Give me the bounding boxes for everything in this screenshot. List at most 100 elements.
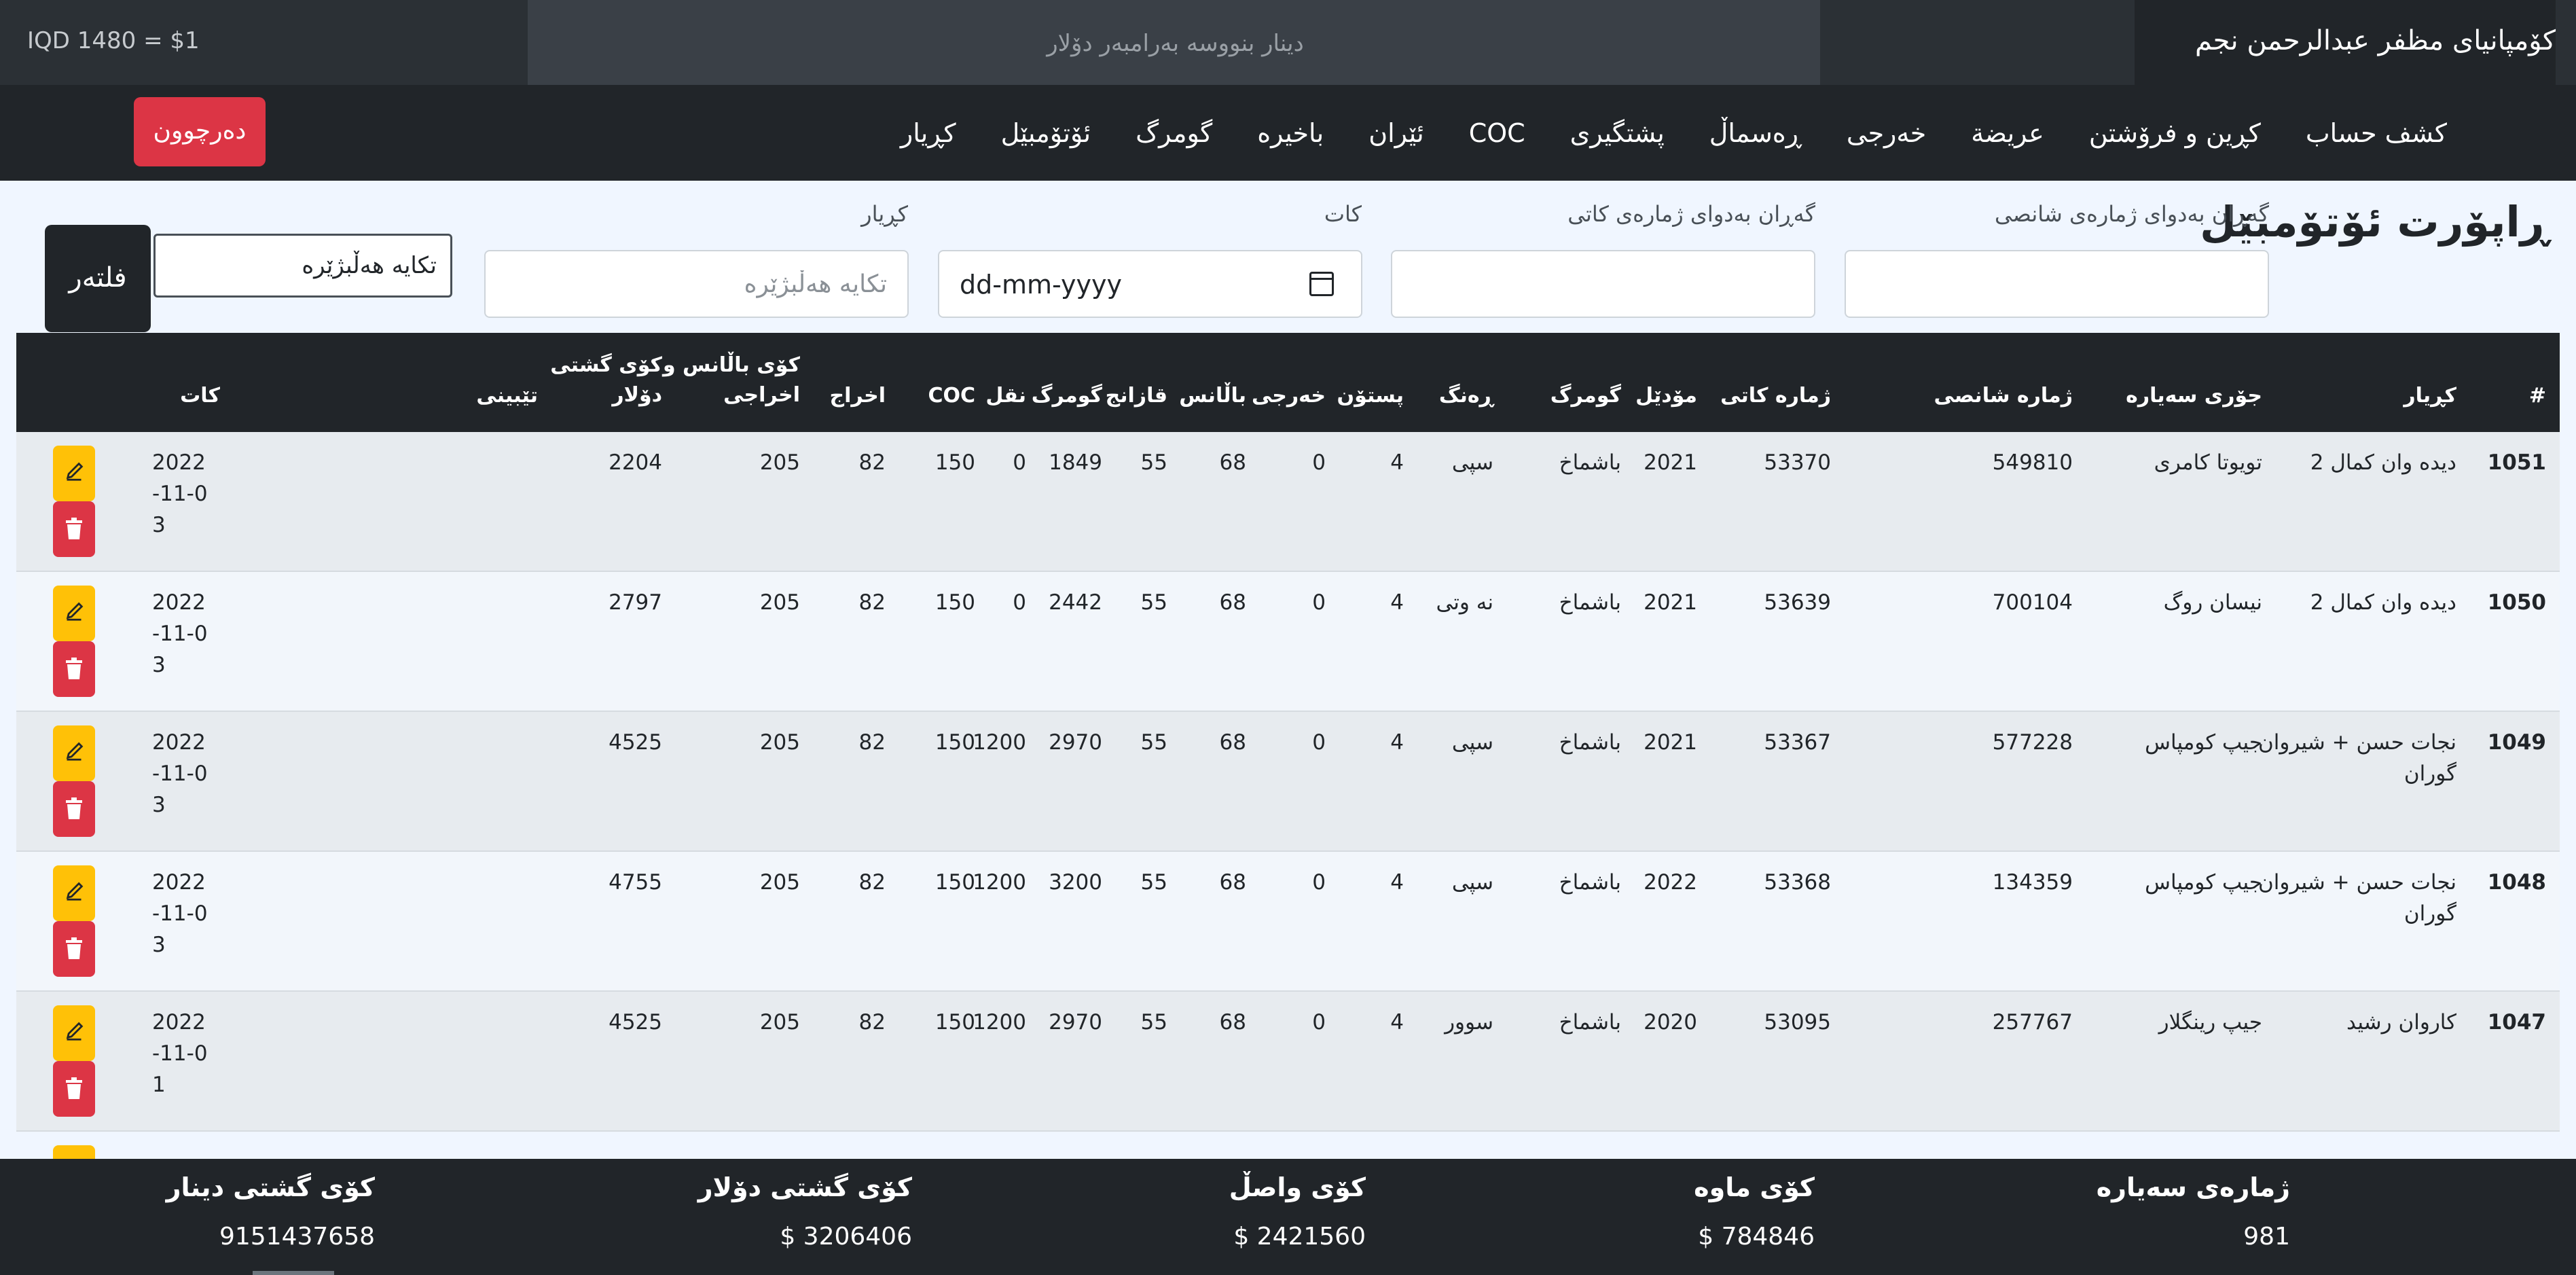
nav-item-buy-sell[interactable]: کڕین و فرۆشتن xyxy=(2089,118,2261,148)
cell-customs-fee: 3200 xyxy=(1049,870,1102,895)
chassis-search-field[interactable] xyxy=(1845,250,2269,318)
edit-button[interactable] xyxy=(53,1005,95,1061)
nav-item-support[interactable]: پشتگیری xyxy=(1570,118,1665,148)
stat-remaining-value: $ 784846 xyxy=(1698,1223,1815,1251)
cell-num: 1051 xyxy=(2487,450,2546,475)
date-field[interactable]: dd-mm-yyyy xyxy=(938,250,1362,318)
logout-button[interactable]: دەرچوون xyxy=(134,97,266,166)
customer-label: کڕیار xyxy=(861,201,908,227)
edit-button[interactable] xyxy=(53,725,95,781)
col-total-usd-line1: کۆی گشتی xyxy=(550,353,662,377)
stat-total-usd: کۆی گشتی دۆلار $ 3206406 xyxy=(698,1172,912,1251)
cell-coc: 150 xyxy=(935,1010,975,1035)
plate-search-field[interactable] xyxy=(1391,250,1815,318)
col-total-usd-line2: دۆلار xyxy=(612,383,662,407)
nav-item-customer[interactable]: کڕیار xyxy=(901,118,956,148)
cell-customer: دیدە وان کمال 2 xyxy=(2310,450,2456,475)
col-transport: نقل xyxy=(985,384,1026,408)
col-customs: گومرگ xyxy=(1550,384,1621,408)
cell-transport: 0 xyxy=(1013,590,1026,615)
table-header: # کڕیار جۆری سەیارە ژمارە شانصی ژمارە کا… xyxy=(16,333,2560,432)
nav-item-cars[interactable]: ئۆتۆمبێل xyxy=(1001,118,1091,148)
stat-car-count: ژمارەی سەیارە 981 xyxy=(2097,1172,2290,1251)
cell-date: 2022-11-03 xyxy=(152,590,208,677)
cell-model: 2021 xyxy=(1644,590,1697,615)
table-row: 1050 دیدە وان کمال 2 نیسان روگ 700104 53639 2… xyxy=(16,572,2560,712)
currency-converter[interactable] xyxy=(528,0,1823,86)
nav-item-customs[interactable]: گومرگ xyxy=(1136,118,1212,148)
table-row: 1047 کاروان رشید جیپ رینگلار 257767 53095 202… xyxy=(16,992,2560,1132)
cell-balance: 68 xyxy=(1219,450,1246,475)
cell-post: 4 xyxy=(1390,450,1404,475)
customer-input[interactable] xyxy=(486,251,907,317)
table-row: 1051 دیدە وان کمال 2 تویوتا کامری 549810 533… xyxy=(16,432,2560,572)
col-plate: ژمارە کاتی xyxy=(1720,384,1831,408)
cell-total-usd: 4525 xyxy=(609,1010,662,1035)
col-customs-fee: گومرگ xyxy=(1031,384,1102,408)
col-chassis: ژمارە شانصی xyxy=(1934,384,2073,408)
chassis-search-input[interactable] xyxy=(1846,251,2268,317)
nav-item-expense[interactable]: خەرجی xyxy=(1847,118,1926,148)
nav-item-petition[interactable]: عریضة xyxy=(1971,118,2044,148)
delete-button[interactable] xyxy=(53,921,95,977)
cell-exit: 82 xyxy=(858,450,886,475)
cell-garage: 55 xyxy=(1140,590,1167,615)
cell-transport: 1200 xyxy=(973,730,1026,755)
cell-expense: 0 xyxy=(1312,730,1326,755)
table-body: 1051 دیدە وان کمال 2 تویوتا کامری 549810 533… xyxy=(16,432,2560,1159)
nav-item-account-statement[interactable]: کشف حساب xyxy=(2306,118,2447,148)
cell-customer: نجات حسن + شیروان گوران xyxy=(2257,870,2456,926)
cell-exit: 82 xyxy=(858,870,886,895)
cell-total-usd: 4755 xyxy=(609,870,662,895)
edit-button[interactable] xyxy=(53,865,95,921)
col-car-type: جۆری سەیارە xyxy=(2126,384,2262,408)
nav-item-coc[interactable]: COC xyxy=(1469,118,1525,148)
stat-received-label: کۆی واصڵ xyxy=(1229,1172,1366,1202)
calendar-icon[interactable] xyxy=(1309,272,1334,296)
filter-button[interactable]: فلتەر xyxy=(45,225,151,332)
cell-post: 4 xyxy=(1390,590,1404,615)
table-row: 1049 نجات حسن + شیروان گوران جیپ کومپاس 577… xyxy=(16,712,2560,852)
stat-received-value: $ 2421560 xyxy=(1233,1223,1366,1251)
cell-date: 2022-11-03 xyxy=(152,870,208,957)
chassis-search-label: گەڕان بەدوای ژمارەی شانصی xyxy=(1994,201,2269,227)
nav-bar: کڕیار ئۆتۆمبێل گومرگ باخیرە ئێران COC پش… xyxy=(0,85,2576,181)
cell-num: 1048 xyxy=(2487,870,2546,895)
cell-customer: دیدە وان کمال 2 xyxy=(2310,590,2456,615)
col-color: ڕەنگ xyxy=(1438,384,1493,408)
delete-button[interactable] xyxy=(53,1061,95,1117)
cell-color: سپی xyxy=(1451,870,1493,895)
col-coc: COC xyxy=(928,384,975,408)
cell-color: نە وتی xyxy=(1436,590,1493,615)
cell-post: 4 xyxy=(1390,1010,1404,1035)
edit-button[interactable] xyxy=(53,446,95,501)
cell-expense: 0 xyxy=(1312,450,1326,475)
horizontal-scrollbar[interactable] xyxy=(253,1271,334,1275)
cell-garage: 55 xyxy=(1140,870,1167,895)
delete-button[interactable] xyxy=(53,641,95,697)
company-brand[interactable]: کۆمپانیای مظفر عبدالرحمن نجم xyxy=(2135,0,2556,85)
delete-button[interactable] xyxy=(53,501,95,557)
delete-button[interactable] xyxy=(53,781,95,837)
customer-select[interactable]: تکایە هەڵبژێرە xyxy=(153,234,452,298)
cell-total-balance: 205 xyxy=(759,730,800,755)
nav-item-bakhira[interactable]: باخیرە xyxy=(1257,118,1324,148)
cell-customs: باشماخ xyxy=(1559,450,1621,475)
cell-exit: 82 xyxy=(858,730,886,755)
col-exit: اخراج xyxy=(829,384,886,408)
cell-car-type: جیپ رینگلار xyxy=(2158,1010,2262,1035)
plate-search-input[interactable] xyxy=(1392,251,1814,317)
col-expense: خەرجی xyxy=(1251,384,1326,408)
nav-item-capital[interactable]: ڕەسماڵ xyxy=(1709,118,1802,148)
cell-customs: باشماخ xyxy=(1559,590,1621,615)
nav-item-iran[interactable]: ئێران xyxy=(1368,118,1423,148)
customer-field[interactable] xyxy=(484,250,909,318)
edit-button[interactable] xyxy=(53,586,95,641)
currency-converter-input[interactable] xyxy=(528,0,1823,86)
next-row-edit-button[interactable] xyxy=(53,1145,95,1159)
cell-customs-fee: 1849 xyxy=(1049,450,1102,475)
col-balance: باڵانس xyxy=(1179,384,1246,408)
cell-car-type: جیپ کومپاس xyxy=(2145,870,2262,895)
cell-garage: 55 xyxy=(1140,1010,1167,1035)
cell-coc: 150 xyxy=(935,450,975,475)
